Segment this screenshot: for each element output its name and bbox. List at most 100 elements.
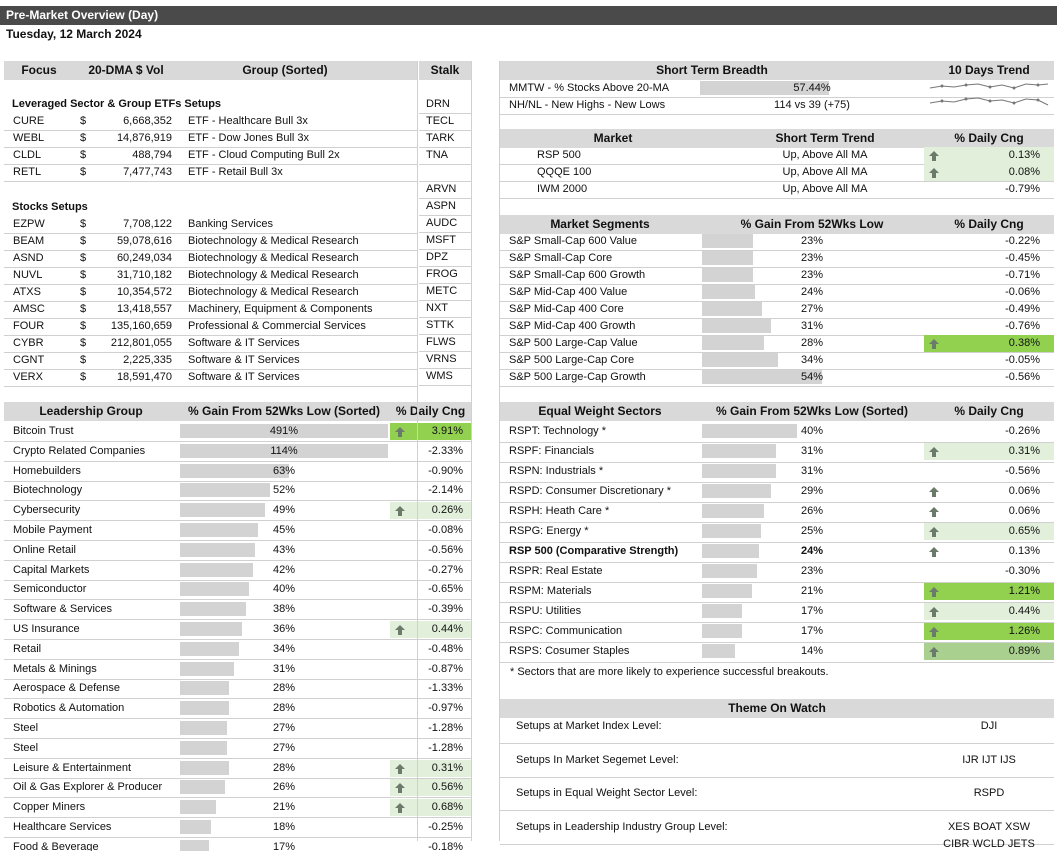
trend-title: 10 Days Trend (924, 61, 1054, 80)
stalk-ticker[interactable]: DRN (426, 96, 450, 113)
daily-change: 0.38% (924, 335, 1054, 352)
gain-value: 24% (800, 286, 824, 298)
currency-symbol: $ (80, 166, 87, 178)
focus-volume: 6,668,352 (123, 115, 172, 127)
daily-change: -0.06% (1005, 286, 1040, 298)
focus-volume: 212,801,055 (110, 337, 172, 349)
stalk-ticker[interactable]: FLWS (426, 334, 456, 351)
gain-value: 28% (800, 337, 824, 349)
up-arrow-icon (929, 447, 939, 457)
daily-change: -0.76% (1005, 320, 1040, 332)
gain-value: 23% (800, 269, 824, 281)
focus-ticker[interactable]: EZPW (13, 216, 45, 233)
sector-name: RSPD: Consumer Discretionary * (509, 485, 671, 497)
theme-value[interactable]: RSPD (924, 785, 1054, 802)
focus-volume: 2,225,335 (123, 354, 172, 366)
stalk-ticker[interactable]: AUDC (426, 215, 457, 232)
stalk-ticker[interactable]: VRNS (426, 351, 457, 368)
leadership-group-name: Crypto Related Companies (13, 444, 146, 457)
focus-group: ETF - Cloud Computing Bull 2x (188, 149, 340, 161)
segment-name: S&P 500 Large-Cap Growth (509, 371, 646, 383)
leadership-group-name: Metals & Minings (13, 662, 97, 675)
up-arrow-icon (929, 487, 939, 497)
market-trend-header: Short Term Trend (726, 129, 924, 148)
focus-ticker[interactable]: RETL (13, 164, 41, 181)
stalk-ticker[interactable]: TNA (426, 147, 448, 164)
stalk-ticker[interactable]: TARK (426, 130, 455, 147)
theme-value[interactable]: XES BOAT XSW (924, 819, 1054, 836)
currency-symbol: $ (80, 269, 87, 281)
stalk-ticker[interactable]: STTK (426, 317, 454, 334)
row-divider (419, 385, 471, 386)
daily-change: -0.79% (1005, 183, 1040, 195)
focus-ticker[interactable]: ATXS (13, 284, 41, 301)
gain-value: 24% (800, 545, 824, 557)
row-divider (500, 743, 1054, 744)
focus-group: Software & IT Services (188, 371, 300, 383)
leadership-group-name: Steel (13, 741, 39, 754)
gain-value: 26% (272, 781, 296, 794)
theme-value[interactable]: IJR IJT IJS (924, 752, 1054, 769)
focus-ticker[interactable]: CURE (13, 113, 44, 130)
focus-ticker[interactable]: NUVL (13, 267, 42, 284)
daily-change: -0.56% (1005, 371, 1040, 383)
stalk-ticker[interactable]: TECL (426, 113, 454, 130)
focus-ticker[interactable]: CLDL (13, 147, 41, 164)
market-name: QQQE 100 (537, 166, 592, 178)
row-divider (4, 386, 417, 387)
focus-ticker[interactable]: CGNT (13, 352, 44, 369)
daily-change: -0.18% (428, 840, 463, 851)
leadership-group-name: Robotics & Automation (13, 702, 125, 715)
gain-value: 43% (272, 543, 296, 556)
stalk-ticker[interactable]: WMS (426, 368, 453, 385)
gain-value: 17% (800, 605, 824, 617)
focus-ticker[interactable]: CYBR (13, 335, 44, 352)
row-divider (500, 198, 1054, 199)
focus-ticker[interactable]: FOUR (13, 318, 44, 335)
currency-symbol: $ (80, 286, 87, 298)
focus-volume: 7,708,122 (123, 218, 172, 230)
focus-ticker[interactable]: AMSC (13, 301, 45, 318)
stalk-ticker[interactable]: FROG (426, 266, 458, 283)
stalk-separator (417, 61, 418, 841)
stalk-ticker[interactable]: NXT (426, 300, 448, 317)
row-divider (500, 810, 1054, 811)
focus-volume: 18,591,470 (116, 371, 172, 383)
sector-name: RSPF: Financials (509, 445, 594, 457)
leadership-group-name: Copper Miners (13, 801, 86, 814)
page-title: Pre-Market Overview (Day) (0, 6, 1057, 25)
market-name: RSP 500 (537, 149, 581, 161)
theme-value[interactable]: DJI (924, 718, 1054, 735)
daily-change: -0.26% (1005, 425, 1040, 437)
stalk-ticker[interactable]: MSFT (426, 232, 456, 249)
sector-name: RSPH: Heath Care * (509, 505, 610, 517)
leadership-group-name: Bitcoin Trust (13, 425, 74, 437)
segment-name: S&P 500 Large-Cap Core (509, 354, 635, 366)
focus-volume: 7,477,743 (123, 166, 172, 178)
focus-ticker[interactable]: VERX (13, 369, 43, 386)
up-arrow-icon (929, 339, 939, 349)
up-arrow-icon (929, 168, 939, 178)
stalk-separator-right (471, 61, 472, 841)
market-trend: Up, Above All MA (782, 166, 868, 178)
focus-ticker[interactable]: WEBL (13, 130, 44, 147)
currency-symbol: $ (80, 235, 87, 247)
gain-value: 23% (800, 235, 824, 247)
gain-value: 54% (800, 371, 824, 383)
stalk-ticker[interactable]: METC (426, 283, 457, 300)
gain-value: 21% (272, 801, 296, 814)
panel-separator (499, 61, 500, 841)
daily-change: 0.06% (1008, 505, 1040, 517)
focus-ticker[interactable]: ASND (13, 250, 44, 267)
stalk-header: Stalk (419, 61, 471, 80)
focus-ticker[interactable]: BEAM (13, 233, 44, 250)
theme-label: Setups at Market Index Level: (516, 720, 662, 732)
stalk-ticker[interactable]: ASPN (426, 198, 456, 215)
segment-name: S&P 500 Large-Cap Value (509, 337, 638, 349)
leadership-group-name: Oil & Gas Explorer & Producer (13, 781, 163, 794)
stalk-ticker[interactable]: ARVN (426, 181, 456, 198)
theme-title: Theme On Watch (500, 699, 1054, 718)
stalk-ticker[interactable]: DPZ (426, 249, 448, 266)
leadership-group-name: Online Retail (13, 543, 76, 556)
daily-change: -1.28% (428, 722, 463, 734)
